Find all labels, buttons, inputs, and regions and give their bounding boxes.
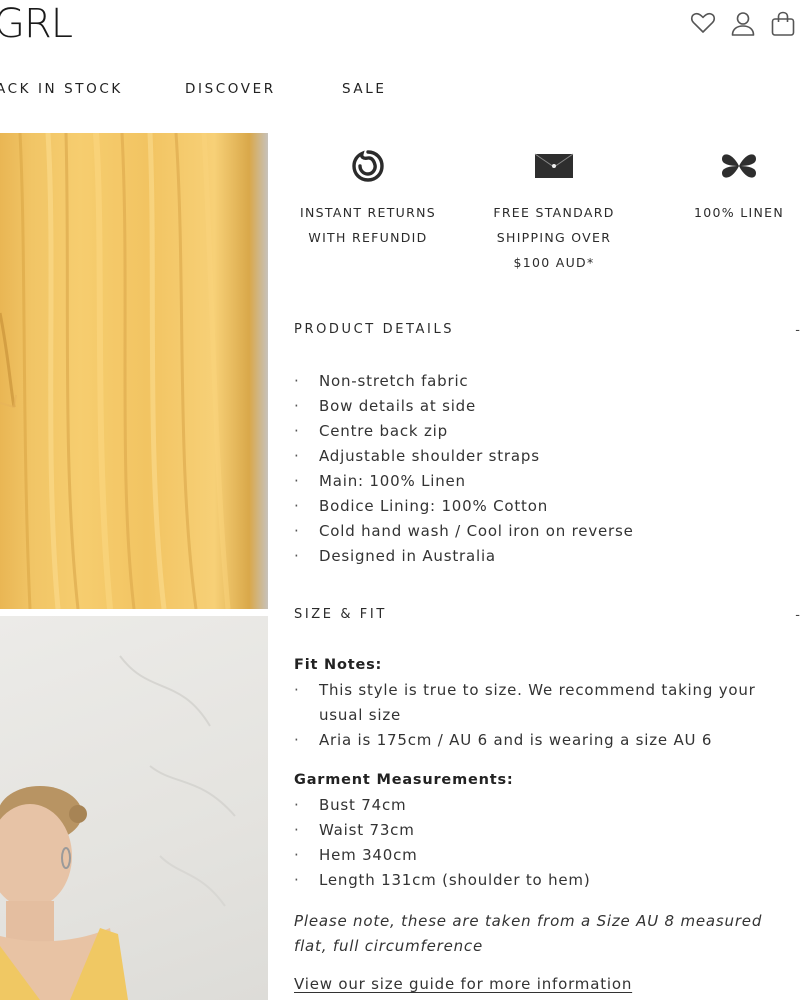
garment-measurements-heading: Garment Measurements:: [294, 772, 514, 788]
nav-item-back-in-stock[interactable]: ACK IN STOCK: [0, 81, 123, 97]
size-fit-heading[interactable]: SIZE & FIT: [294, 607, 387, 622]
fit-notes-heading: Fit Notes:: [294, 657, 383, 673]
user-icon[interactable]: [730, 11, 756, 37]
brand-logo[interactable]: GRL: [0, 4, 73, 44]
garment-measurements-list: Bust 74cm Waist 73cm Hem 340cm Length 13…: [294, 793, 794, 893]
list-item: Non-stretch fabric: [294, 369, 794, 394]
measurement-note: Please note, these are taken from a Size…: [294, 912, 763, 955]
list-item: Main: 100% Linen: [294, 469, 794, 494]
feature-instant-returns: INSTANT RETURNS WITH REFUNDID: [283, 148, 453, 250]
list-item: Hem 340cm: [294, 843, 794, 868]
list-item: Designed in Australia: [294, 544, 794, 569]
feature-label-line: WITH REFUNDID: [308, 230, 428, 245]
feature-free-shipping: FREE STANDARD SHIPPING OVER $100 AUD*: [469, 148, 639, 275]
linen-flower-icon: [654, 148, 802, 184]
size-fit-collapse-toggle[interactable]: -: [795, 608, 800, 623]
product-image-fabric[interactable]: [0, 133, 268, 609]
list-item: Length 131cm (shoulder to hem): [294, 868, 794, 893]
list-item: Bow details at side: [294, 394, 794, 419]
refund-circle-icon: [283, 148, 453, 184]
list-item: Bust 74cm: [294, 793, 794, 818]
feature-label-line: SHIPPING OVER: [496, 230, 612, 245]
product-details-list: Non-stretch fabric Bow details at side C…: [294, 369, 794, 569]
envelope-icon: [469, 148, 639, 184]
heart-icon[interactable]: [690, 11, 716, 37]
feature-linen: 100% LINEN: [654, 148, 802, 225]
fit-notes-list: This style is true to size. We recommend…: [294, 678, 794, 753]
feature-label-line: 100% LINEN: [694, 205, 784, 220]
product-details-collapse-toggle[interactable]: -: [795, 323, 800, 338]
main-nav: ACK IN STOCK DISCOVER SALE: [0, 81, 420, 97]
list-item: Waist 73cm: [294, 818, 794, 843]
nav-item-sale[interactable]: SALE: [342, 81, 387, 97]
feature-label-line: $100 AUD*: [513, 255, 595, 270]
header-actions: [690, 11, 796, 37]
nav-item-discover[interactable]: DISCOVER: [185, 81, 276, 97]
bag-icon[interactable]: [770, 11, 796, 37]
list-item: Aria is 175cm / AU 6 and is wearing a si…: [294, 728, 794, 753]
feature-label-line: FREE STANDARD: [493, 205, 615, 220]
list-item: Centre back zip: [294, 419, 794, 444]
product-image-model[interactable]: [0, 616, 268, 1000]
list-item: Cold hand wash / Cool iron on reverse: [294, 519, 794, 544]
size-guide-link[interactable]: View our size guide for more information: [294, 975, 632, 993]
list-item: Adjustable shoulder straps: [294, 444, 794, 469]
list-item: This style is true to size. We recommend…: [294, 678, 794, 728]
product-details-heading[interactable]: PRODUCT DETAILS: [294, 322, 454, 337]
feature-label-line: INSTANT RETURNS: [300, 205, 436, 220]
list-item: Bodice Lining: 100% Cotton: [294, 494, 794, 519]
